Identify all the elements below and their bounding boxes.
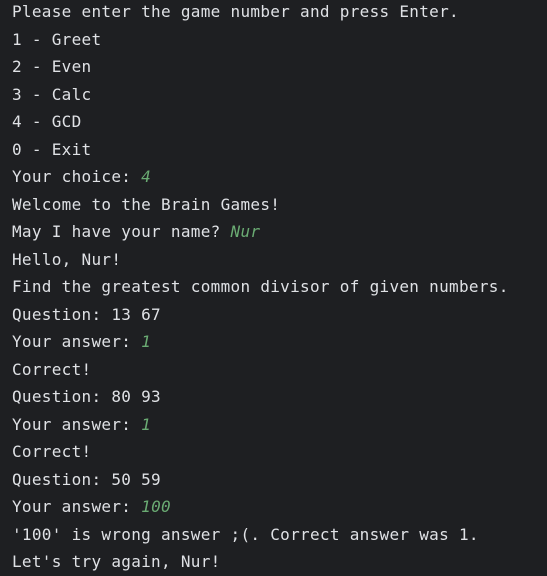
line-text: Your answer: <box>12 497 142 516</box>
console-line-menu-gcd: 4 - GCD <box>12 108 547 136</box>
console-line-choice: Your choice: 4 <box>12 163 547 191</box>
line-text: Hello, Nur! <box>12 249 122 269</box>
console-line-result: Correct! <box>12 356 547 384</box>
line-text: 0 - Exit <box>12 139 92 159</box>
console-line-question: Question: 80 93 <box>12 383 547 411</box>
console-line-menu-greet: 1 - Greet <box>12 26 547 54</box>
user-input: 4 <box>141 167 152 186</box>
console-line-question: Question: 50 59 <box>12 466 547 494</box>
user-input: 1 <box>141 332 152 351</box>
line-text: 3 - Calc <box>12 84 92 104</box>
line-text: Welcome to the Brain Games! <box>12 194 281 214</box>
line-text: Find the greatest common divisor of give… <box>12 277 509 296</box>
console-line-greeting: Hello, Nur! <box>12 246 547 274</box>
line-text: Let's try again, Nur! <box>12 552 221 571</box>
line-text: May I have your name? <box>12 222 231 241</box>
user-input: 1 <box>141 414 152 434</box>
line-text: '100' is wrong answer ;(. Correct answer… <box>12 524 479 544</box>
console-line-name-prompt: May I have your name? Nur <box>12 218 547 246</box>
line-text: Question: 50 59 <box>12 469 161 489</box>
line-text: Correct! <box>12 359 92 379</box>
line-text: Question: 80 93 <box>12 387 161 406</box>
line-text: 1 - Greet <box>12 29 102 49</box>
line-text: Your choice: <box>12 167 142 186</box>
line-text: Question: 13 67 <box>12 304 161 324</box>
user-input: 100 <box>141 497 171 516</box>
console-line-menu-calc: 3 - Calc <box>12 81 547 109</box>
console-line-answer: Your answer: 1 <box>12 328 547 356</box>
console-line-rules: Find the greatest common divisor of give… <box>12 273 547 301</box>
console-line-menu-even: 2 - Even <box>12 53 547 81</box>
console-line-question: Question: 13 67 <box>12 301 547 329</box>
console-line-answer: Your answer: 100 <box>12 493 547 521</box>
line-text: 2 - Even <box>12 57 92 76</box>
line-text: Your answer: <box>12 414 142 434</box>
line-text: Correct! <box>12 442 92 461</box>
console-line-menu-exit: 0 - Exit <box>12 136 547 164</box>
console-line-wrong-answer: '100' is wrong answer ;(. Correct answer… <box>12 521 547 549</box>
console-output[interactable]: Please enter the game number and press E… <box>0 0 547 573</box>
console-line-result: Correct! <box>12 438 547 466</box>
console-line-welcome: Welcome to the Brain Games! <box>12 191 547 219</box>
console-line-answer: Your answer: 1 <box>12 411 547 439</box>
line-text: 4 - GCD <box>12 112 82 131</box>
console-line-prompt: Please enter the game number and press E… <box>12 0 547 26</box>
user-input: Nur <box>230 222 261 241</box>
console-line-try-again: Let's try again, Nur! <box>12 548 547 576</box>
line-text: Please enter the game number and press E… <box>12 2 459 21</box>
line-text: Your answer: <box>12 332 142 351</box>
